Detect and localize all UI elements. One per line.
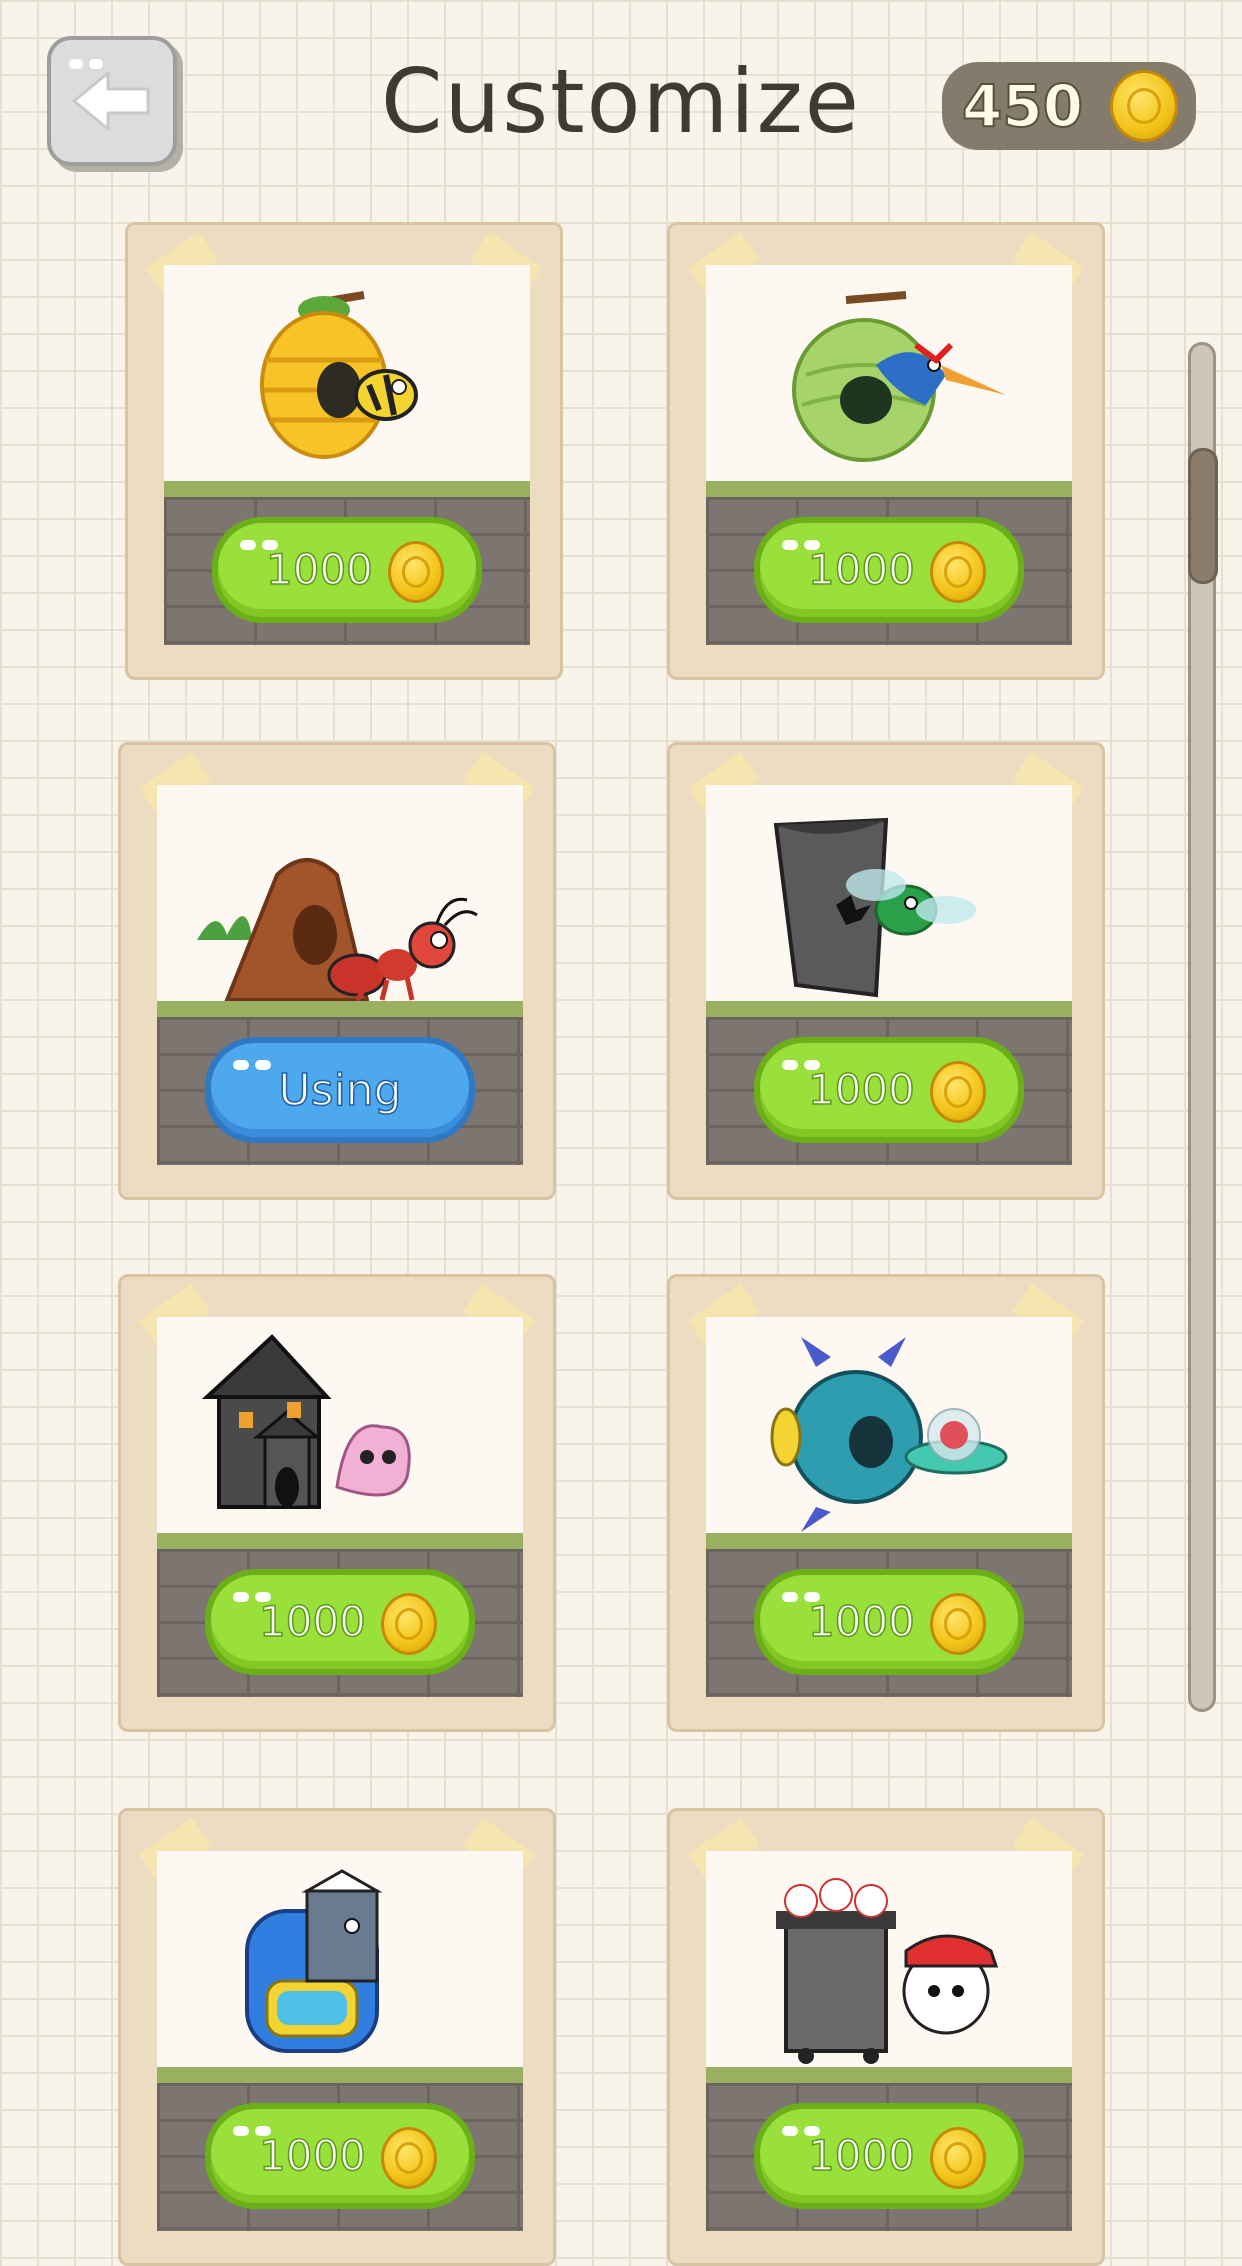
baseball-bin-icon <box>776 1878 999 2064</box>
scrollbar-thumb[interactable] <box>1188 448 1218 584</box>
item-card-trash-bag[interactable]: 1000 <box>667 742 1105 1200</box>
trash-bag-fly-icon <box>773 817 976 998</box>
coin-icon <box>930 1061 986 1123</box>
item-card-spaceship[interactable]: 1000 <box>667 1274 1105 1732</box>
item-card-backpack[interactable]: 1000 <box>118 1808 556 2266</box>
coin-icon <box>388 541 444 603</box>
haunted-house-ghost-icon <box>201 1334 411 1509</box>
coin-icon <box>1110 70 1178 142</box>
price-button[interactable]: 1000 <box>212 517 482 623</box>
item-card-rock-cave[interactable]: Using <box>118 742 556 1200</box>
backpack-milk-icon <box>245 1869 383 2053</box>
rock-cave-ant-icon <box>197 858 478 1002</box>
item-card-beehive[interactable]: 1000 <box>125 222 563 680</box>
price-button[interactable]: 1000 <box>754 1569 1024 1675</box>
coin-icon <box>381 2127 437 2189</box>
coin-amount: 450 <box>961 71 1084 141</box>
leaf-nest-bird-icon <box>792 291 1006 462</box>
price-button[interactable]: 1000 <box>205 1569 475 1675</box>
item-card-baseball-bin[interactable]: 1000 <box>667 1808 1105 2266</box>
price-button[interactable]: 1000 <box>205 2103 475 2209</box>
beehive-bee-icon <box>260 291 418 459</box>
item-card-leaf-nest[interactable]: 1000 <box>667 222 1105 680</box>
coin-icon <box>930 1593 986 1655</box>
spaceship-alien-icon <box>770 1337 1008 1532</box>
coin-icon <box>930 2127 986 2189</box>
price-button[interactable]: 1000 <box>754 2103 1024 2209</box>
coin-icon <box>381 1593 437 1655</box>
item-card-haunted-house[interactable]: 1000 <box>118 1274 556 1732</box>
price-button[interactable]: 1000 <box>754 1037 1024 1143</box>
coin-balance: 450 <box>942 62 1196 150</box>
price-button[interactable]: 1000 <box>754 517 1024 623</box>
coin-icon <box>930 541 986 603</box>
using-button[interactable]: Using <box>205 1037 475 1143</box>
